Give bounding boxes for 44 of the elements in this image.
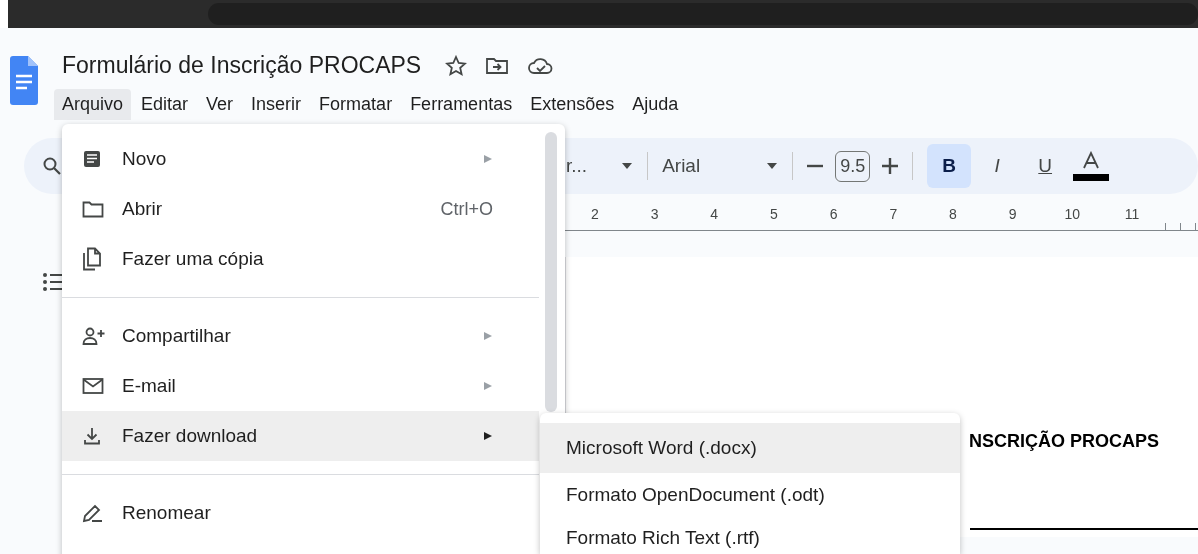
search-icon[interactable] (42, 156, 62, 176)
menu-item[interactable]: E-mail (62, 361, 539, 411)
menu-item[interactable]: Fazer uma cópia (62, 234, 539, 284)
font-size-field[interactable]: 9.5 (835, 150, 871, 182)
mail-icon (82, 377, 104, 395)
text-color-icon[interactable] (1073, 151, 1110, 181)
menu-tab[interactable]: Editar (133, 89, 197, 120)
star-icon[interactable] (445, 54, 468, 77)
shortcut-label: Ctrl+O (440, 198, 493, 220)
folder-icon (82, 200, 104, 218)
outline-icon[interactable] (42, 271, 64, 293)
font-dropdown[interactable]: Arial (662, 155, 779, 177)
document-title[interactable]: Formulário de Inscrição PROCAPS (62, 52, 422, 79)
style-dropdown[interactable]: r... (566, 155, 634, 177)
menu-item[interactable]: Fazer download (62, 411, 539, 461)
plus-icon[interactable] (882, 158, 899, 174)
pencil-icon (82, 503, 104, 523)
menu-tab[interactable]: Extensões (522, 89, 623, 120)
menu-tab[interactable]: Arquivo (54, 89, 132, 120)
copy-icon (82, 247, 102, 271)
menu-item[interactable]: Renomear (62, 488, 539, 538)
menu-item[interactable]: Microsoft Word (.docx) (540, 423, 960, 473)
menu-tab[interactable]: Ferramentas (402, 89, 521, 120)
menu-item[interactable]: Compartilhar (62, 311, 539, 361)
menu-item[interactable]: Novo (62, 134, 539, 184)
menu-tab[interactable]: Ver (198, 89, 242, 120)
menu-item[interactable]: Formato OpenDocument (.odt) (540, 473, 960, 516)
document-icon (82, 149, 102, 169)
folder-move-icon[interactable] (485, 55, 510, 76)
menu-tab[interactable]: Ajuda (624, 89, 687, 120)
menu-item[interactable]: Formato Rich Text (.rtf) (540, 516, 960, 554)
underline-button[interactable]: U (1023, 144, 1068, 188)
menu-item[interactable]: Abrir Ctrl+O (62, 184, 539, 234)
document-heading: NSCRIÇÃO PROCAPS (969, 431, 1160, 452)
menu-tab[interactable]: Formatar (311, 89, 401, 120)
minus-icon[interactable] (807, 164, 824, 168)
download-icon (82, 426, 102, 446)
add-person-icon (82, 326, 106, 346)
bold-button[interactable]: B (927, 144, 972, 188)
caret-icon (621, 162, 634, 170)
caret-icon (766, 162, 779, 170)
italic-button[interactable]: I (975, 144, 1020, 188)
menu-tab[interactable]: Inserir (243, 89, 310, 120)
scrollbar[interactable] (545, 132, 557, 412)
